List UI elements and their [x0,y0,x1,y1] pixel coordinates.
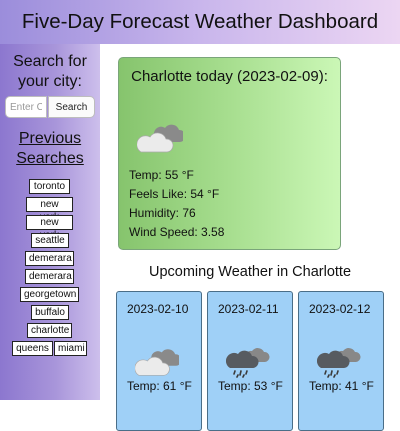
history-button-seattle[interactable]: seattle [31,233,69,248]
forecast-date: 2023-02-12 [309,302,371,316]
cloudy-icon [135,344,179,378]
history-button-miami[interactable]: miami [54,341,87,356]
today-feels-like: Feels Like: 54 °F [129,187,220,201]
forecast-temp: Temp: 53 °F [218,379,283,393]
sidebar: Search for your city: Search Previous Se… [0,44,100,400]
today-wind-speed: Wind Speed: 3.58 [129,225,225,239]
city-search-input[interactable] [5,96,47,118]
header: Five-Day Forecast Weather Dashboard [0,0,400,44]
search-title: Search for your city: [13,53,87,90]
upcoming-title: Upcoming Weather in Charlotte [148,264,352,280]
forecast-date: 2023-02-11 [218,302,279,316]
history-button-queens[interactable]: queens [12,341,53,356]
forecast-card: 2023-02-12 Temp: 41 °F [298,291,384,431]
forecast-temp: Temp: 61 °F [127,379,192,393]
history-button-new-york[interactable]: new york [26,197,73,223]
forecast-date: 2023-02-10 [127,302,189,316]
forecast-card: 2023-02-10 Temp: 61 °F [116,291,202,431]
history-button-charlotte[interactable]: charlotte [27,323,72,338]
today-temp: Temp: 55 °F [129,168,194,182]
rain-cloud-icon [317,344,361,378]
history-button-demerara[interactable]: demerara [25,251,74,266]
cloudy-icon [137,120,183,154]
today-weather-card: Charlotte today (2023-02-09): Temp: 55 °… [118,57,341,250]
history-button-toronto[interactable]: toronto [29,179,70,194]
rain-cloud-icon [226,344,270,378]
forecast-card: 2023-02-11 Temp: 53 °F [207,291,293,431]
history-button-georgetown[interactable]: georgetown [20,287,79,302]
history-button-new-york[interactable]: new york [26,215,73,241]
today-humidity: Humidity: 76 [129,206,196,220]
search-button[interactable]: Search [48,96,95,118]
today-title: Charlotte today (2023-02-09): [131,68,328,85]
forecast-temp: Temp: 41 °F [309,379,374,393]
page-title: Five-Day Forecast Weather Dashboard [21,10,379,33]
previous-searches-title: Previous Searches [16,130,84,167]
history-button-demerara[interactable]: demerara [25,269,74,284]
history-button-buffalo[interactable]: buffalo [31,305,69,320]
